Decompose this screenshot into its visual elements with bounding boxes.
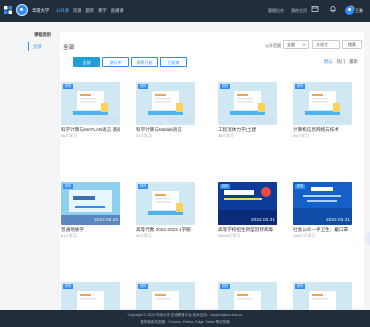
page-title: 全部 (63, 45, 75, 51)
tab-in-progress[interactable]: 进行中 (102, 57, 129, 67)
sidebar-title: 课程类别 (34, 32, 52, 37)
search-button[interactable]: 搜索 (342, 40, 362, 49)
course-date: 2023.08.09 (168, 218, 193, 223)
course-learners: 69人学习 (293, 134, 309, 138)
sidebar-item-all[interactable]: 全部 (28, 42, 58, 51)
course-date: 2022.03.31 (325, 218, 350, 223)
course-thumbnail[interactable]: 校内 2023.09.04 (136, 82, 195, 125)
course-badge: 校内 (63, 84, 74, 89)
nav-teaching[interactable]: 教学 (98, 8, 107, 14)
course-date: 2023.09.04 (93, 118, 118, 123)
course-learners: 47人学习 (136, 134, 152, 138)
course-learners: 88人学习 (218, 134, 234, 138)
sort-options: 默认 热门 最新 (324, 59, 358, 65)
sort-popular[interactable]: 热门 (337, 59, 346, 65)
course-date: 2023.08.29 (325, 118, 350, 123)
course-thumbnail[interactable]: 校内 2023.08.28 (61, 182, 120, 225)
top-navigation-bar: 华南大学 公开课 资源 题库 教学 直播课 管理后台 我的主页 王勇 (0, 0, 370, 22)
course-thumbnail[interactable]: 校内 2023.08.09 (136, 182, 195, 225)
course-list-panel: 全部 公开范围 全部 搜索 全部 进行中 即将开始 已结束 默认 热门 最新 校… (60, 32, 364, 325)
tab-all[interactable]: 全部 (73, 57, 100, 67)
course-thumbnail[interactable]: 校内 2023.09.02 (218, 82, 277, 125)
tab-upcoming[interactable]: 即将开始 (131, 57, 158, 67)
course-badge: 校内 (295, 284, 306, 289)
course-date: 2023.09.04 (168, 118, 193, 123)
visibility-filter-label: 公开范围 (265, 43, 281, 48)
tab-ended[interactable]: 已结束 (160, 57, 187, 67)
sort-default[interactable]: 默认 (324, 59, 333, 65)
admin-link[interactable]: 管理后台 (268, 8, 284, 14)
school-name[interactable]: 华南大学 (32, 8, 49, 14)
course-learners: 26994人学习 (218, 234, 240, 238)
top-right-links: 管理后台 我的主页 (268, 8, 307, 14)
course-title[interactable]: 社会公众—手卫生、戴口罩 (293, 227, 352, 233)
page-footer: Copyright © 2023 华南大学 在线教育平台 技术支持：suppor… (0, 310, 370, 327)
course-title[interactable]: 科学计算与Matlab语言 (136, 127, 195, 133)
course-date: 2023.08.28 (93, 218, 118, 223)
visibility-filter-select[interactable]: 全部 (283, 40, 309, 49)
nav-resources[interactable]: 资源 (73, 8, 82, 14)
course-badge: 校内 (138, 84, 149, 89)
course-title[interactable]: 科学计算与MATLAB语言·基础 (61, 127, 120, 133)
course-title[interactable]: 高等代数 2022-2023 1学期 (136, 227, 195, 233)
course-badge: 校内 (295, 184, 306, 189)
course-badge: 校内 (63, 284, 74, 289)
logo-icon[interactable] (3, 5, 13, 15)
footer-copyright: Copyright © 2023 华南大学 在线教育平台 技术支持：suppor… (127, 313, 243, 317)
course-learners: 56人学习 (61, 134, 77, 138)
course-learners: 81人学习 (61, 234, 77, 238)
window-icon[interactable] (311, 5, 319, 13)
school-logo-icon[interactable] (16, 4, 28, 16)
course-title[interactable]: 普通地质学 (61, 227, 120, 233)
nav-question-bank[interactable]: 题库 (85, 8, 94, 14)
floating-helper-button[interactable] (365, 232, 370, 245)
course-date: 2022.03.31 (250, 218, 275, 223)
course-learners: 22847人学习 (293, 234, 315, 238)
course-learners: 40人学习 (136, 234, 152, 238)
course-title[interactable]: 工程流体力学(土建 (218, 127, 277, 133)
course-badge: 校内 (138, 184, 149, 189)
course-title[interactable]: 高等学校招生新型冠状病毒 (218, 227, 277, 233)
status-tabs: 全部 进行中 即将开始 已结束 (73, 57, 187, 67)
nav-live[interactable]: 直播课 (111, 8, 124, 14)
main-nav: 公开课 资源 题库 教学 直播课 (56, 8, 124, 14)
course-badge: 校内 (138, 284, 149, 289)
user-avatar[interactable] (345, 6, 354, 15)
course-badge: 校内 (295, 84, 306, 89)
course-badge: 校内 (63, 184, 74, 189)
sort-newest[interactable]: 最新 (349, 59, 358, 65)
course-badge: 校内 (220, 184, 231, 189)
nav-open-courses[interactable]: 公开课 (56, 8, 69, 14)
user-name[interactable]: 王勇 (355, 8, 363, 14)
course-title[interactable]: 计算机信息网络与技术 (293, 127, 352, 133)
footer-browser-note: 推荐使用浏览器：Chrome, Firefox, Edge, Safari 等浏… (140, 320, 230, 324)
course-badge: 校内 (220, 284, 231, 289)
course-thumbnail[interactable]: 校内 2022.03.31 (218, 182, 277, 225)
course-thumbnail[interactable]: 校内 2023.08.29 (293, 82, 352, 125)
bell-icon[interactable] (329, 5, 337, 13)
course-date: 2023.09.02 (250, 118, 275, 123)
search-input[interactable] (312, 40, 340, 49)
course-thumbnail[interactable]: 校内 2023.09.04 (61, 82, 120, 125)
course-thumbnail[interactable]: 校内 2022.03.31 (293, 182, 352, 225)
homepage-link[interactable]: 我的主页 (291, 8, 307, 14)
course-badge: 校内 (220, 84, 231, 89)
